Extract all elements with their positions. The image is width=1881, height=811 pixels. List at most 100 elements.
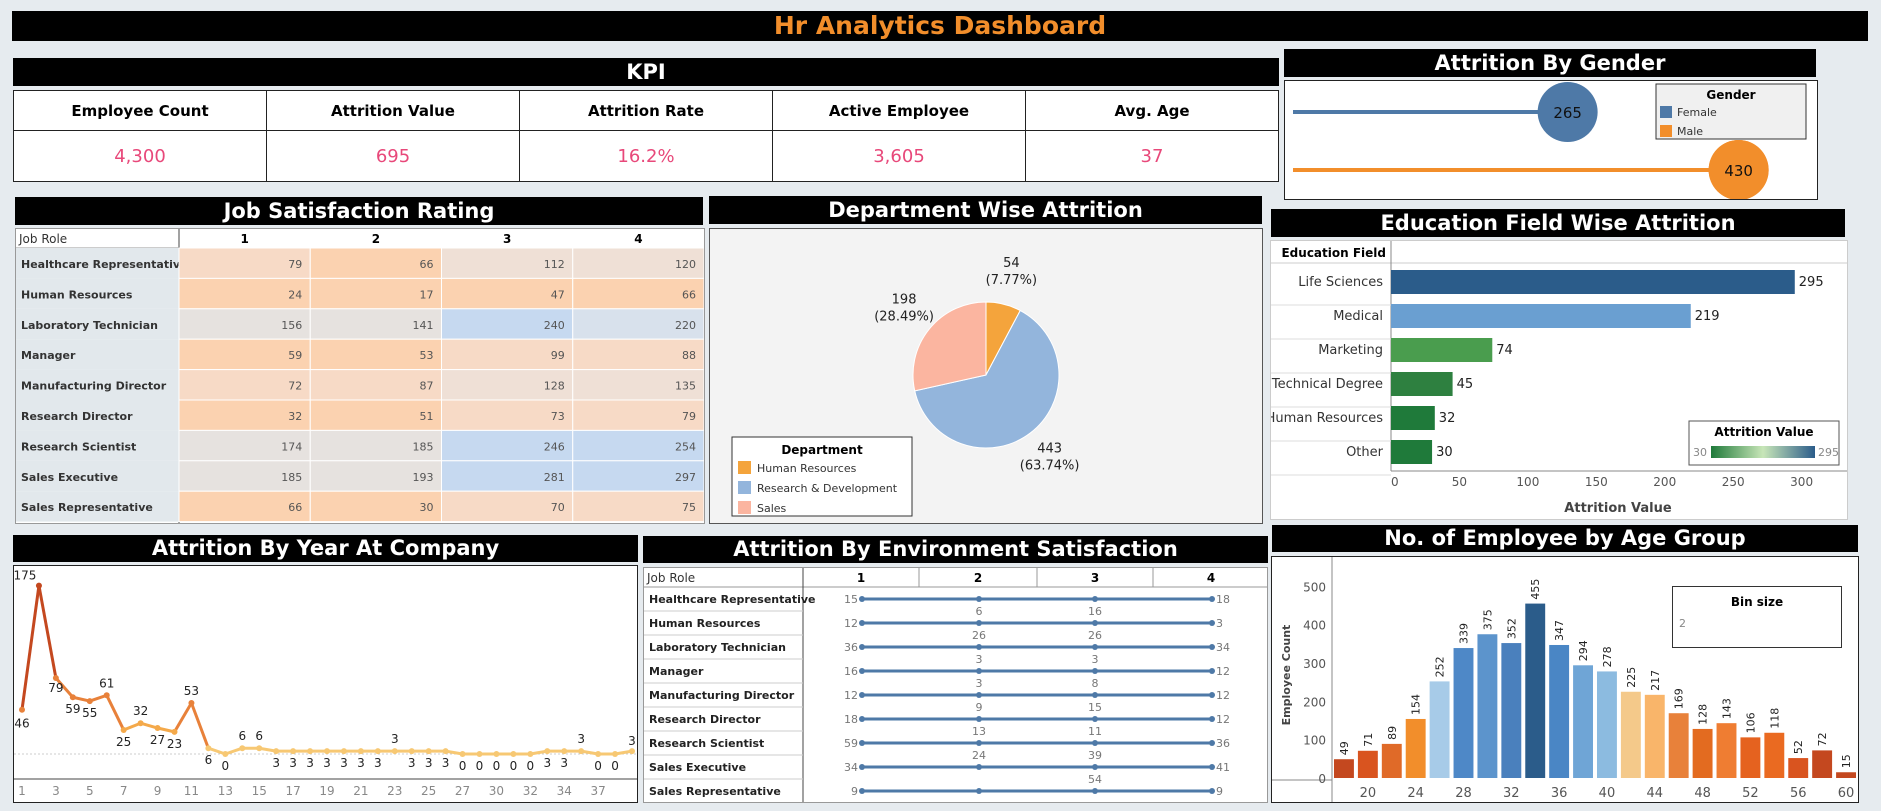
line-point[interactable] <box>324 748 330 755</box>
line-point[interactable] <box>120 726 127 733</box>
line-point[interactable] <box>976 716 982 722</box>
line-point[interactable] <box>239 745 246 752</box>
line-point[interactable] <box>391 748 398 755</box>
age-bar[interactable] <box>1525 603 1546 778</box>
line-point[interactable] <box>103 692 110 699</box>
line-point[interactable] <box>35 582 42 589</box>
line-point[interactable] <box>493 751 500 757</box>
line-point[interactable] <box>1209 764 1215 770</box>
line-point[interactable] <box>629 748 635 755</box>
line-point[interactable] <box>527 751 534 757</box>
age-bar[interactable] <box>1716 723 1737 778</box>
education-bar[interactable] <box>1391 440 1433 464</box>
education-bar[interactable] <box>1391 406 1435 430</box>
age-bar[interactable] <box>1573 665 1593 778</box>
education-bar[interactable] <box>1391 338 1493 362</box>
line-point[interactable] <box>859 764 865 770</box>
age-bar[interactable] <box>1549 644 1570 778</box>
line-point[interactable] <box>976 644 982 650</box>
line-point[interactable] <box>976 740 982 746</box>
line-point[interactable] <box>561 748 568 755</box>
line-point[interactable] <box>1092 740 1098 746</box>
line-point[interactable] <box>544 748 551 755</box>
line-point[interactable] <box>859 668 865 674</box>
line-point[interactable] <box>154 725 161 732</box>
line-point[interactable] <box>476 751 483 757</box>
line-point[interactable] <box>595 751 602 757</box>
age-bar[interactable] <box>1357 750 1378 778</box>
line-point[interactable] <box>1092 764 1098 770</box>
age-bar[interactable] <box>1668 713 1689 778</box>
age-bar[interactable] <box>1453 648 1474 778</box>
line-point[interactable] <box>859 716 865 722</box>
age-bar[interactable] <box>1740 737 1761 778</box>
line-point[interactable] <box>859 788 865 794</box>
age-bar[interactable] <box>1381 743 1402 778</box>
age-bar[interactable] <box>1812 750 1833 778</box>
line-point[interactable] <box>86 698 93 705</box>
line-point[interactable] <box>859 620 865 626</box>
line-point[interactable] <box>256 745 263 752</box>
line-point[interactable] <box>69 694 76 701</box>
line-point[interactable] <box>1209 692 1215 698</box>
line-point[interactable] <box>1092 668 1098 674</box>
line-point[interactable] <box>459 751 466 757</box>
age-bar[interactable] <box>1501 643 1522 778</box>
age-bar[interactable] <box>1620 691 1641 778</box>
line-point[interactable] <box>859 596 865 602</box>
line-point[interactable] <box>1209 668 1215 674</box>
line-point[interactable] <box>1209 716 1215 722</box>
line-point[interactable] <box>408 748 415 755</box>
line-point[interactable] <box>19 706 25 713</box>
line-point[interactable] <box>1209 596 1215 602</box>
bin-size-value[interactable]: 2 <box>1679 617 1841 630</box>
line-point[interactable] <box>307 748 314 755</box>
line-point[interactable] <box>1092 716 1098 722</box>
line-point[interactable] <box>1209 620 1215 626</box>
line-point[interactable] <box>1092 596 1098 602</box>
line-point[interactable] <box>976 596 982 602</box>
line-point[interactable] <box>1092 644 1098 650</box>
age-bar[interactable] <box>1477 634 1498 778</box>
line-point[interactable] <box>1092 692 1098 698</box>
line-point[interactable] <box>510 751 517 757</box>
line-point[interactable] <box>976 764 982 770</box>
line-point[interactable] <box>357 748 364 755</box>
age-bar[interactable] <box>1836 772 1856 778</box>
education-bar[interactable] <box>1391 304 1691 328</box>
line-point[interactable] <box>171 728 178 735</box>
line-point[interactable] <box>1209 788 1215 794</box>
line-point[interactable] <box>1092 788 1098 794</box>
line-point[interactable] <box>205 745 212 752</box>
line-point[interactable] <box>976 692 982 698</box>
line-point[interactable] <box>290 748 297 755</box>
age-bar[interactable] <box>1788 758 1809 778</box>
line-point[interactable] <box>859 740 865 746</box>
age-bar[interactable] <box>1334 759 1354 778</box>
line-point[interactable] <box>859 692 865 698</box>
line-point[interactable] <box>222 751 229 757</box>
age-bar[interactable] <box>1644 694 1665 778</box>
line-point[interactable] <box>1209 740 1215 746</box>
age-bar[interactable] <box>1405 718 1426 778</box>
line-point[interactable] <box>188 700 195 707</box>
line-point[interactable] <box>1209 644 1215 650</box>
line-point[interactable] <box>340 748 347 755</box>
line-point[interactable] <box>612 751 619 757</box>
age-bar[interactable] <box>1764 732 1785 778</box>
line-point[interactable] <box>137 720 144 727</box>
line-point[interactable] <box>976 668 982 674</box>
age-bar[interactable] <box>1692 728 1713 778</box>
line-point[interactable] <box>1092 620 1098 626</box>
line-point[interactable] <box>976 620 982 626</box>
bin-size-parameter[interactable]: Bin size 2 <box>1672 586 1842 648</box>
age-bar[interactable] <box>1429 681 1450 778</box>
line-point[interactable] <box>859 644 865 650</box>
education-bar[interactable] <box>1391 270 1795 294</box>
line-point[interactable] <box>273 748 280 755</box>
age-bar[interactable] <box>1597 671 1617 778</box>
line-point[interactable] <box>425 748 432 755</box>
education-bar[interactable] <box>1391 372 1453 396</box>
line-point[interactable] <box>374 748 381 755</box>
line-point[interactable] <box>442 748 449 755</box>
